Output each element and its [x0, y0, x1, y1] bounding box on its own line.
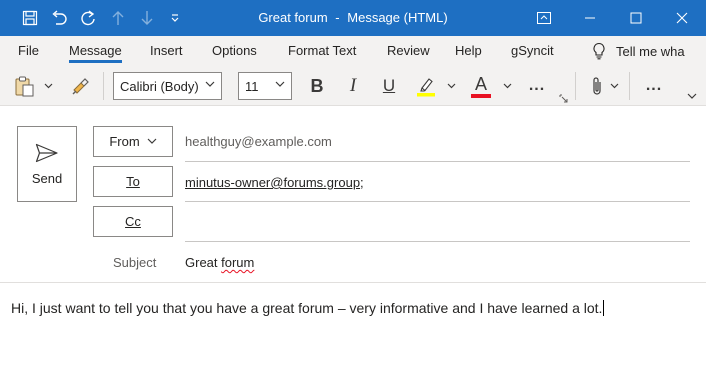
window-title-type: Message (HTML) [347, 10, 448, 25]
to-field[interactable]: minutus-owner@forums.group; [185, 175, 364, 190]
ribbon-separator [629, 72, 630, 100]
from-button[interactable]: From [93, 126, 173, 157]
compose-header: Send From healthguy@example.com To minut… [0, 106, 706, 282]
tab-help[interactable]: Help [455, 36, 482, 66]
send-button[interactable]: Send [17, 126, 77, 202]
cc-underline [185, 241, 690, 242]
arrow-up-icon[interactable] [106, 0, 130, 36]
to-label: To [126, 174, 140, 189]
bold-button[interactable]: B [303, 66, 331, 106]
font-size-value: 11 [245, 78, 259, 94]
more-commands-label: ... [645, 77, 663, 94]
italic-label: I [349, 75, 357, 96]
paste-icon[interactable] [10, 66, 38, 106]
to-button[interactable]: To [93, 166, 173, 197]
header-body-divider [0, 282, 706, 283]
collapse-ribbon-icon[interactable] [684, 88, 700, 104]
attach-file-icon[interactable] [586, 66, 608, 106]
subject-field[interactable]: Great forum [185, 255, 254, 270]
font-color-label: A [474, 73, 487, 94]
cc-field[interactable] [185, 215, 690, 233]
highlighter-icon [417, 78, 435, 97]
attach-dropdown-icon[interactable] [607, 66, 621, 106]
to-suffix: ; [360, 175, 364, 190]
menu-bar: File Message Insert Options Format Text … [0, 36, 706, 66]
tab-message[interactable]: Message [69, 36, 122, 66]
from-underline [185, 161, 690, 162]
cc-button[interactable]: Cc [93, 206, 173, 237]
more-format-label: ... [528, 77, 546, 94]
tab-gsyncit[interactable]: gSyncit [511, 36, 554, 66]
message-body[interactable]: Hi, I just want to tell you that you hav… [11, 300, 605, 316]
font-name-value: Calibri (Body) [120, 78, 199, 94]
lightbulb-icon [593, 42, 605, 60]
send-label: Send [31, 170, 63, 186]
tab-review[interactable]: Review [387, 36, 430, 66]
paste-dropdown-icon[interactable] [40, 66, 56, 106]
chevron-down-icon [147, 138, 157, 144]
customize-toolbar-icon[interactable] [164, 0, 186, 36]
highlight-dropdown-icon[interactable] [443, 66, 459, 106]
tab-file[interactable]: File [18, 36, 39, 66]
tab-options[interactable]: Options [212, 36, 257, 66]
window-title-subject: Great forum [258, 10, 328, 25]
format-painter-icon[interactable] [66, 66, 94, 106]
to-recipient[interactable]: minutus-owner@forums.group [185, 175, 360, 190]
arrow-down-icon[interactable] [135, 0, 159, 36]
ribbon-display-options-icon[interactable] [521, 0, 567, 36]
window-title-separator: - [335, 10, 340, 25]
ribbon-separator [575, 72, 576, 100]
maximize-icon[interactable] [613, 0, 659, 36]
redo-icon[interactable] [76, 0, 100, 36]
subject-word: Great [185, 255, 218, 270]
from-label: From [109, 134, 140, 149]
chevron-down-icon [275, 81, 285, 87]
tab-insert[interactable]: Insert [150, 36, 183, 66]
send-icon [35, 143, 58, 162]
highlight-button[interactable] [410, 66, 442, 106]
ribbon: Calibri (Body) 11 B I U A ... ... [0, 66, 706, 106]
title-bar: Great forum - Message (HTML) [0, 0, 706, 36]
tell-me-label: Tell me wha [616, 43, 685, 59]
font-color-bar [471, 93, 491, 98]
minimize-icon[interactable] [567, 0, 613, 36]
italic-button[interactable]: I [339, 66, 367, 106]
underline-button[interactable]: U [375, 66, 403, 106]
save-icon[interactable] [18, 0, 42, 36]
more-commands-button[interactable]: ... [639, 66, 669, 106]
subject-word-misspelled: forum [221, 255, 255, 270]
font-color-button[interactable]: A [466, 66, 496, 106]
undo-icon[interactable] [47, 0, 71, 36]
font-size-select[interactable]: 11 [238, 72, 292, 100]
cc-label: Cc [125, 214, 141, 229]
subject-label: Subject [113, 255, 157, 270]
dialog-launcher-icon[interactable] [557, 92, 569, 104]
bold-label: B [310, 75, 324, 96]
tab-format-text[interactable]: Format Text [288, 36, 356, 66]
font-name-select[interactable]: Calibri (Body) [113, 72, 222, 100]
text-caret [603, 300, 605, 316]
from-value: healthguy@example.com [185, 134, 332, 149]
chevron-down-icon [205, 81, 215, 87]
tell-me-search[interactable]: Tell me wha [592, 36, 706, 66]
to-underline [185, 201, 690, 202]
underline-label: U [382, 76, 396, 95]
ribbon-separator [103, 72, 104, 100]
message-body-text: Hi, I just want to tell you that you hav… [11, 300, 603, 316]
more-format-options-button[interactable]: ... [522, 66, 552, 106]
font-color-dropdown-icon[interactable] [499, 66, 515, 106]
close-icon[interactable] [659, 0, 705, 36]
